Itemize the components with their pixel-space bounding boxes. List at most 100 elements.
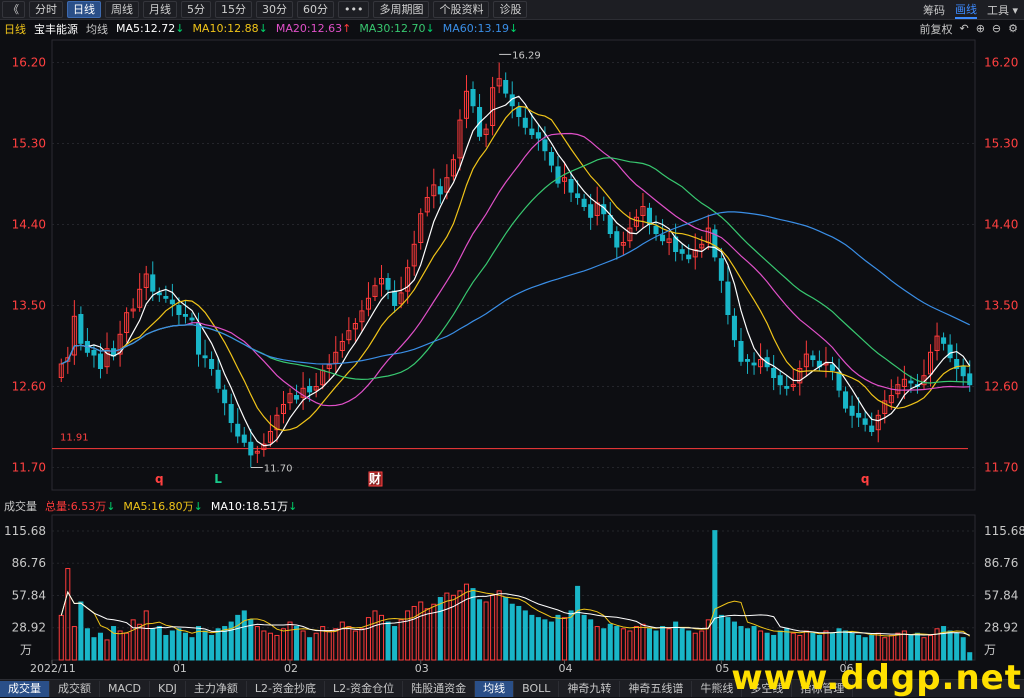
candle-body bbox=[503, 80, 509, 94]
volume-bar bbox=[869, 634, 875, 661]
event-marker: q bbox=[155, 472, 164, 486]
volume-bar bbox=[856, 634, 862, 661]
ma10-line bbox=[61, 105, 970, 432]
volume-bar bbox=[679, 628, 685, 661]
indicator-tab[interactable]: KDJ bbox=[150, 680, 186, 697]
volume-bar bbox=[790, 632, 796, 661]
candle-body bbox=[437, 186, 443, 195]
candle-body bbox=[535, 132, 541, 139]
volume-bar bbox=[71, 626, 77, 661]
x-tick-label: 03 bbox=[415, 662, 429, 675]
indicator-tab[interactable]: MACD bbox=[100, 680, 150, 697]
candle-body bbox=[189, 317, 195, 321]
candle-body bbox=[202, 355, 208, 359]
candle-body bbox=[78, 314, 84, 344]
volume-bar bbox=[692, 632, 698, 661]
volume-bar bbox=[437, 597, 443, 661]
candle-body bbox=[385, 278, 391, 290]
y-tick-label: 13.50 bbox=[12, 299, 46, 313]
volume-bar bbox=[816, 634, 822, 661]
volume-bar bbox=[346, 626, 352, 661]
trend-arrow-icon: ↓ bbox=[193, 499, 203, 513]
volume-bar bbox=[202, 630, 208, 661]
ma5-line bbox=[61, 95, 971, 447]
candle-body bbox=[843, 391, 849, 409]
indicator-tab[interactable]: L2-资金仓位 bbox=[325, 680, 404, 697]
volume-bar bbox=[457, 590, 463, 661]
candle-body bbox=[294, 395, 300, 400]
volume-bar bbox=[535, 617, 541, 661]
candle-body bbox=[222, 389, 228, 404]
volume-bar bbox=[614, 626, 620, 661]
volume-bar bbox=[78, 601, 84, 661]
volume-bar bbox=[568, 610, 574, 661]
volume-bar bbox=[326, 630, 332, 661]
volume-bar bbox=[294, 626, 300, 661]
volume-unit-right: 万 bbox=[984, 643, 996, 657]
volume-bar bbox=[143, 610, 149, 661]
candle-body bbox=[751, 362, 757, 366]
candle-body bbox=[548, 152, 554, 166]
volume-bar bbox=[150, 628, 156, 661]
volume-bar bbox=[378, 614, 385, 661]
volume-bar bbox=[313, 632, 319, 661]
kline-chart[interactable]: 16.20 16.20 15.30 15.30 14.40 14.40 13.50 13.50… bbox=[0, 0, 1024, 696]
candle-body bbox=[542, 139, 548, 152]
volume-bar bbox=[372, 610, 378, 661]
volume-legend-item: MA5:16.80万↓ bbox=[123, 499, 203, 513]
candle-body bbox=[235, 423, 241, 437]
indicator-tab[interactable]: 神奇五线谱 bbox=[620, 680, 693, 697]
volume-bar bbox=[823, 630, 829, 661]
indicator-tab[interactable]: 均线 bbox=[475, 680, 515, 697]
candle-body bbox=[869, 425, 875, 433]
volume-bar bbox=[509, 603, 515, 661]
volume-legend: 成交量 总量:6.53万↓ MA5:16.80万↓ MA10:18.51万↓ bbox=[0, 497, 1024, 514]
indicator-tab[interactable]: 神奇九转 bbox=[559, 680, 621, 697]
volume-bar bbox=[588, 619, 594, 661]
volume-unit: 万 bbox=[20, 643, 32, 657]
volume-bar bbox=[398, 619, 404, 661]
volume-tick-label: 86.76 bbox=[12, 556, 46, 570]
volume-bar bbox=[862, 637, 868, 661]
volume-bar bbox=[91, 637, 97, 661]
volume-bar bbox=[254, 626, 260, 661]
volume-bar bbox=[215, 628, 221, 661]
volume-bar bbox=[209, 634, 215, 661]
candle-body bbox=[856, 413, 862, 418]
volume-bar bbox=[424, 608, 430, 661]
y-tick-label-right: 13.50 bbox=[984, 299, 1018, 313]
candle-body bbox=[522, 117, 528, 128]
volume-bar bbox=[235, 614, 241, 661]
candle-body bbox=[568, 179, 574, 193]
volume-tick-label: 115.68 bbox=[4, 524, 46, 538]
y-tick-label-right: 16.20 bbox=[984, 56, 1018, 70]
volume-title: 成交量 bbox=[4, 499, 37, 513]
candle-body bbox=[241, 434, 247, 443]
volume-bar bbox=[496, 590, 502, 661]
indicator-tab[interactable]: BOLL bbox=[514, 680, 560, 697]
volume-bar bbox=[849, 632, 855, 661]
indicator-tab[interactable]: L2-资金抄底 bbox=[247, 680, 326, 697]
indicator-tab[interactable]: 成交额 bbox=[50, 680, 100, 697]
volume-tick-label-right: 57.84 bbox=[984, 588, 1018, 602]
candle-body bbox=[307, 386, 313, 393]
candle-body bbox=[777, 375, 783, 386]
candle-body bbox=[771, 368, 777, 378]
event-marker: q bbox=[861, 472, 870, 486]
event-marker: 财 bbox=[368, 471, 381, 486]
volume-bar bbox=[280, 628, 287, 661]
candle-body bbox=[679, 249, 685, 254]
y-tick-label: 14.40 bbox=[12, 218, 46, 232]
indicator-tab[interactable]: 成交量 bbox=[0, 680, 50, 697]
x-tick-label: 2022/11 bbox=[30, 662, 76, 675]
volume-bar bbox=[156, 626, 162, 661]
volume-bar bbox=[731, 621, 737, 661]
volume-bar bbox=[777, 630, 783, 661]
candle-body bbox=[725, 281, 731, 316]
volume-bar bbox=[797, 634, 803, 661]
volume-bar bbox=[385, 621, 391, 661]
volume-bar bbox=[261, 630, 267, 661]
candle-body bbox=[967, 373, 973, 386]
indicator-tab[interactable]: 主力净额 bbox=[186, 680, 247, 697]
indicator-tab[interactable]: 陆股通资金 bbox=[403, 680, 476, 697]
